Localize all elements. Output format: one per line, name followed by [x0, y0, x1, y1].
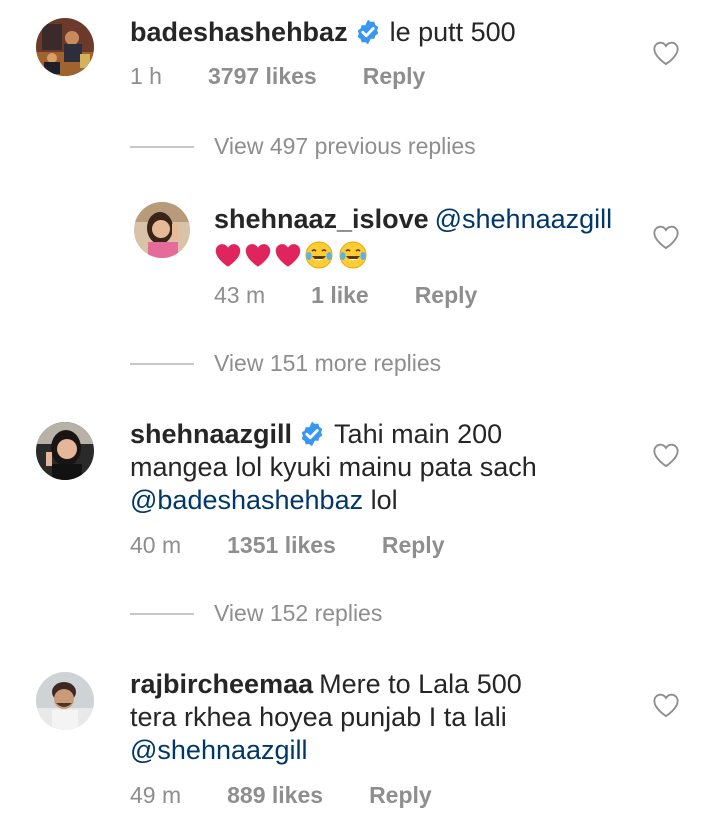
comment-body: lol — [370, 485, 398, 515]
view-replies-label: View 152 replies — [214, 600, 383, 626]
comment-time: 49 m — [130, 782, 182, 808]
comment-body: Tahi main 200 — [334, 419, 503, 449]
comment-username[interactable]: badeshashehbaz — [130, 17, 348, 47]
comment-time: 40 m — [130, 532, 182, 558]
comment-body: Mere to Lala 500 — [319, 669, 522, 699]
view-replies-label: View 497 previous replies — [214, 133, 476, 159]
avatar-shehnaazgill[interactable] — [36, 422, 94, 480]
avatar-shehnaaz-islove[interactable] — [134, 202, 190, 258]
comment-body: mangea lol kyuki mainu pata sach — [130, 452, 537, 482]
comment-time: 1 h — [130, 63, 162, 89]
reply-button[interactable]: Reply — [363, 63, 426, 89]
comment-meta: 49 m 889 likes Reply — [130, 782, 478, 809]
reply-button[interactable]: Reply — [369, 782, 432, 808]
comment-text: shehnaazgill Tahi main 200 mangea lol kyu… — [130, 418, 630, 517]
divider-line — [130, 612, 194, 615]
tears-of-joy-emoji-icon — [305, 241, 333, 269]
view-replies-button[interactable]: View 497 previous replies — [130, 133, 476, 160]
avatar-photo — [36, 18, 94, 76]
view-replies-label: View 151 more replies — [214, 350, 442, 376]
comment-likes[interactable]: 889 likes — [227, 782, 323, 808]
heart-outline-icon[interactable] — [652, 442, 680, 468]
red-heart-emoji-icon — [275, 244, 301, 267]
avatar-photo — [36, 422, 94, 480]
comment-username[interactable]: shehnaazgill — [130, 419, 292, 449]
comment-likes[interactable]: 1 like — [311, 282, 369, 308]
heart-outline-icon[interactable] — [652, 40, 680, 66]
comment-text: shehnaaz_islove @shehnaazgill — [214, 203, 634, 236]
mention-link[interactable]: @shehnaazgill — [130, 735, 308, 765]
verified-badge-icon — [301, 421, 323, 447]
reply-button[interactable]: Reply — [415, 282, 478, 308]
comment-body: le putt 500 — [389, 17, 516, 47]
comment-body: tera rkhea hoyea punjab I ta lali — [130, 702, 507, 732]
comment-meta: 40 m 1351 likes Reply — [130, 532, 491, 559]
avatar-photo — [36, 672, 94, 730]
mention-link[interactable]: @badeshashehbaz — [130, 485, 363, 515]
comment-meta: 43 m 1 like Reply — [214, 282, 523, 309]
avatar-badeshashehbaz[interactable] — [36, 18, 94, 76]
verified-badge-icon — [357, 19, 378, 45]
comment-text: rajbircheemaa Mere to Lala 500 tera rkhea… — [130, 668, 630, 767]
comment-username[interactable]: rajbircheemaa — [130, 669, 313, 699]
comment-likes[interactable]: 1351 likes — [227, 532, 336, 558]
heart-outline-icon[interactable] — [652, 692, 680, 718]
divider-line — [130, 145, 194, 148]
avatar-rajbircheemaa[interactable] — [36, 672, 94, 730]
comment-time: 43 m — [214, 282, 266, 308]
mention-link[interactable]: @shehnaazgill — [435, 204, 613, 234]
view-replies-button[interactable]: View 152 replies — [130, 600, 382, 627]
comment-likes[interactable]: 3797 likes — [208, 63, 317, 89]
reply-button[interactable]: Reply — [382, 532, 445, 558]
red-heart-emoji-icon — [245, 244, 271, 267]
comment-username[interactable]: shehnaaz_islove — [214, 204, 429, 234]
emoji-row — [214, 240, 372, 270]
view-replies-button[interactable]: View 151 more replies — [130, 350, 441, 377]
tears-of-joy-emoji-icon — [339, 241, 367, 269]
avatar-photo — [134, 202, 190, 258]
comment-meta: 1 h 3797 likes Reply — [130, 63, 471, 90]
divider-line — [130, 362, 194, 365]
heart-outline-icon[interactable] — [652, 224, 680, 250]
comment-text: badeshashehbaz le putt 500 — [130, 16, 630, 49]
red-heart-emoji-icon — [215, 244, 241, 267]
